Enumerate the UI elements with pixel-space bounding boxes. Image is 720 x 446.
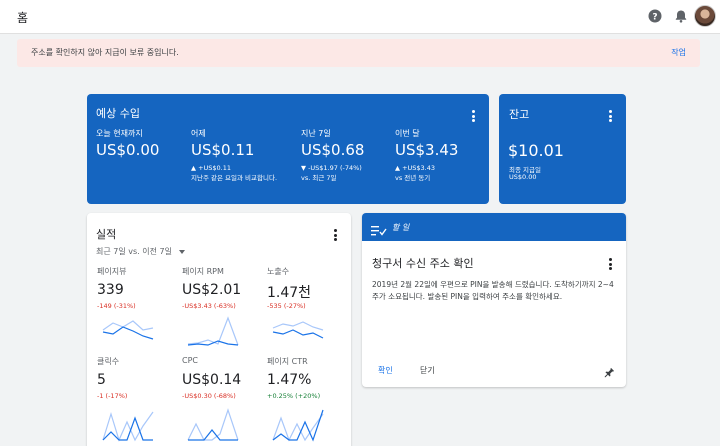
date-range-select[interactable]: 최근 7일 vs. 이전 7일 [96,246,185,257]
performance-card: 실적 최근 7일 vs. 이전 7일 페이지뷰 339 -149 (-31%) … [87,213,351,446]
earnings-change: ▲ +US$3.43 [395,164,436,172]
todo-header: 할 일 [362,213,626,241]
metric-change: -US$3.43 (-63%) [182,302,236,310]
metric-value: 339 [97,282,124,298]
more-vert-icon[interactable] [609,110,613,122]
payment-hold-alert: 주소를 확인하지 않아 지급이 보류 중입니다. 작업 [17,39,700,67]
avatar[interactable] [694,5,716,27]
page-title: 홈 [17,11,29,25]
metric-value: US$0.14 [182,372,242,388]
last-payment-value: US$0.00 [509,173,537,181]
card-title: 잔고 [509,108,530,121]
alert-message: 주소를 확인하지 않아 지급이 보류 중입니다. [31,48,179,57]
todo-header-title: 할 일 [392,223,410,232]
sparkline [187,408,239,441]
metric-label: 페이지 RPM [182,267,224,276]
earnings-value: US$0.00 [96,141,160,159]
estimated-earnings-card: 예상 수입 오늘 현재까지 US$0.00 어제 US$0.11 ▲ +US$0… [87,94,489,204]
earnings-value: US$0.11 [191,141,255,159]
earnings-label: 지난 7일 [301,129,331,138]
earnings-label: 이번 달 [395,129,420,138]
earnings-label: 어제 [191,129,206,138]
sparkline [102,411,154,442]
sparkline [102,320,154,340]
earnings-comparison: vs 전년 동기 [395,174,431,182]
metric-label: 클릭수 [97,357,120,366]
confirm-button[interactable]: 확인 [378,365,393,376]
earnings-value: US$0.68 [301,141,365,159]
help-icon[interactable]: ? [647,8,663,24]
earnings-change: ▲ +US$0.11 [191,164,232,172]
metric-value: 1.47% [267,372,312,388]
bell-icon[interactable] [673,8,689,24]
metric-label: 페이지 CTR [267,357,308,366]
metric-value: 1.47천 [267,285,312,301]
earnings-comparison: vs. 최근 7일 [301,174,337,182]
todo-body: 2019년 2월 22일에 우편으로 PIN을 발송해 드렸습니다. 도착하기까… [372,280,614,301]
metric-change: -149 (-31%) [97,302,136,310]
card-title: 실적 [96,228,117,241]
metric-label: 노출수 [267,267,290,276]
alert-action-button[interactable]: 작업 [671,47,686,58]
metric-change: -535 (-27%) [267,302,306,310]
card-title: 예상 수입 [96,107,140,120]
sparkline [272,321,324,339]
checklist-icon [371,221,387,240]
more-vert-icon[interactable] [472,110,476,122]
balance-card: 잔고 $10.01 최종 지급일 US$0.00 [499,94,626,204]
metric-label: CPC [182,356,198,365]
earnings-value: US$3.43 [395,141,459,159]
todo-title: 청구서 수신 주소 확인 [372,257,474,270]
earnings-change: ▼ -US$1.97 (-74%) [301,164,362,172]
metric-change: -US$0.30 (-68%) [182,392,236,400]
earnings-comparison: 지난주 같은 요일과 비교합니다. [191,174,278,182]
todo-card: 할 일 청구서 수신 주소 확인 2019년 2월 22일에 우편으로 PIN을… [362,213,626,387]
metric-value: US$2.01 [182,282,242,298]
svg-text:?: ? [652,13,657,23]
sparkline [187,316,239,346]
dismiss-button[interactable]: 닫기 [420,365,435,376]
metric-change: +0.25% (+20%) [267,392,321,400]
more-vert-icon[interactable] [334,229,338,241]
metric-change: -1 (-17%) [97,392,128,400]
more-vert-icon[interactable] [609,258,613,270]
top-bar: 홈 ? [0,0,720,34]
sparkline [272,409,324,442]
metric-label: 페이지뷰 [97,267,127,276]
date-range-label: 최근 7일 vs. 이전 7일 [96,247,172,256]
balance-value: $10.01 [508,141,564,160]
earnings-label: 오늘 현재까지 [96,129,143,138]
dropdown-arrow-icon [178,249,185,254]
metric-value: 5 [97,372,106,388]
pin-icon[interactable] [603,364,615,383]
